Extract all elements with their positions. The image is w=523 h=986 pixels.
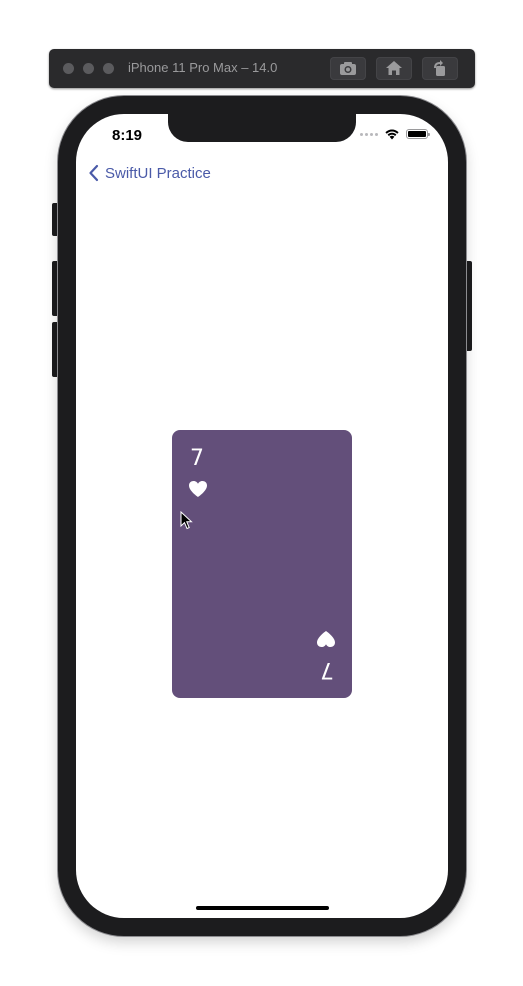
status-icons [360, 128, 430, 140]
card-rank-bottom: 7 [320, 657, 334, 682]
status-time: 8:19 [112, 127, 143, 144]
cellular-signal-icon [360, 132, 378, 136]
heart-icon [317, 631, 335, 647]
minimize-window-button[interactable] [83, 63, 94, 74]
back-button[interactable]: SwiftUI Practice [88, 164, 211, 182]
close-window-button[interactable] [63, 63, 74, 74]
rotate-button[interactable] [422, 57, 458, 80]
chevron-left-icon [89, 164, 99, 182]
playing-card[interactable]: 7 7 [172, 430, 352, 698]
card-rank-top: 7 [190, 446, 204, 471]
home-icon [386, 61, 402, 75]
zoom-window-button[interactable] [103, 63, 114, 74]
side-button [465, 261, 472, 351]
device-screen: 8:19 SwiftUI Practice 7 7 [76, 114, 448, 918]
battery-icon [406, 129, 430, 139]
mouse-cursor-icon [180, 511, 193, 530]
home-button[interactable] [376, 57, 412, 80]
screenshot-button[interactable] [330, 57, 366, 80]
heart-icon [189, 481, 207, 497]
simulator-title: iPhone 11 Pro Max – 14.0 [128, 60, 278, 75]
home-indicator[interactable] [196, 906, 329, 910]
simulator-stage: iPhone 11 Pro Max – 14.0 8:19 SwiftUI Pr… [0, 0, 523, 986]
simulator-titlebar: iPhone 11 Pro Max – 14.0 [49, 49, 475, 88]
notch [168, 114, 356, 142]
wifi-icon [385, 129, 399, 140]
rotate-icon [434, 60, 445, 76]
back-button-label: SwiftUI Practice [105, 164, 211, 182]
camera-icon [340, 62, 356, 75]
